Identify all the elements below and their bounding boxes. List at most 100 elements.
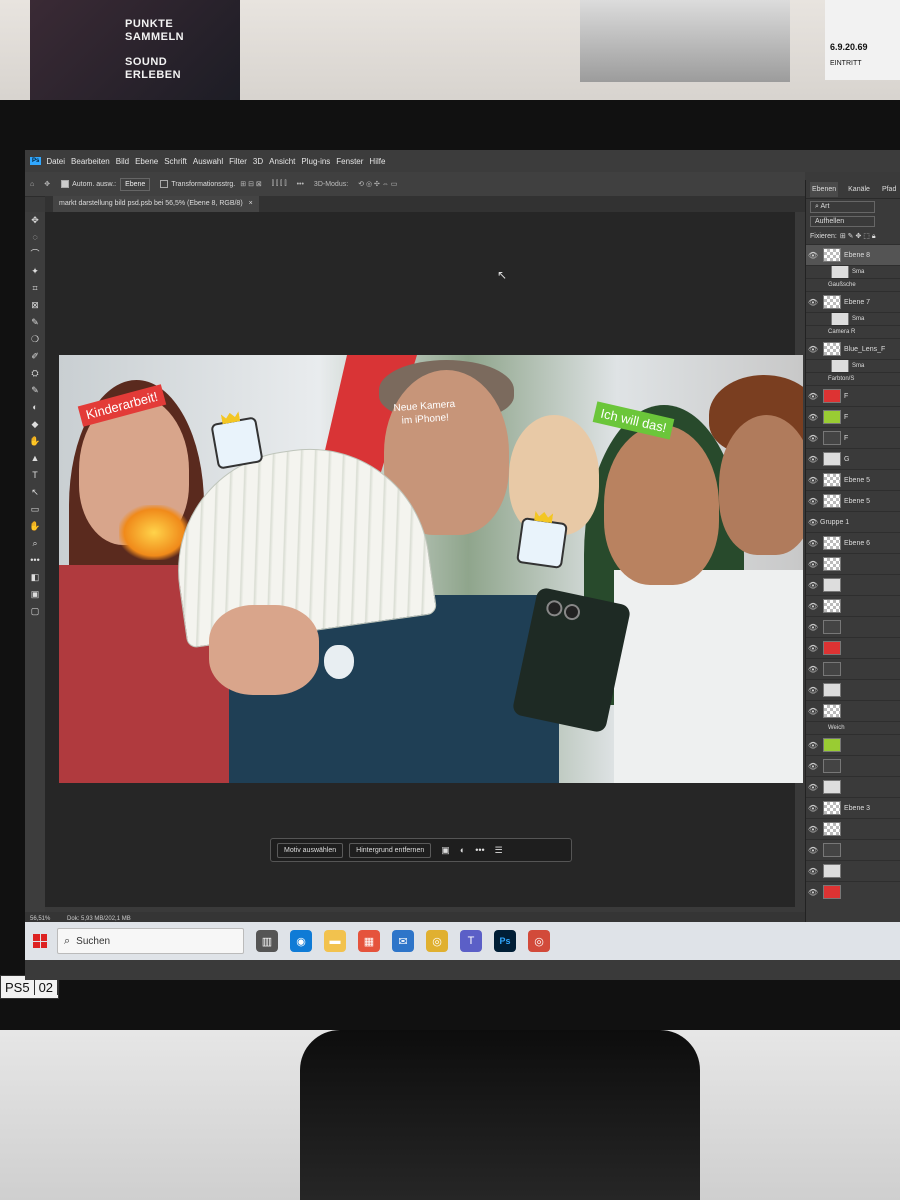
layer-row[interactable]: 👁︎ xyxy=(806,860,900,881)
layer-row[interactable]: 👁︎ Gruppe 1 xyxy=(806,511,900,532)
layer-row[interactable]: 👁︎ xyxy=(806,553,900,574)
tab-ebenen[interactable]: Ebenen xyxy=(810,181,839,197)
move-tool-icon[interactable]: ✥ xyxy=(44,180,50,188)
layer-row[interactable]: 👁︎ xyxy=(806,755,900,776)
menu-ansicht[interactable]: Ansicht xyxy=(269,157,295,166)
visibility-eye-icon[interactable]: 👁︎ xyxy=(806,825,820,834)
visibility-eye-icon[interactable]: 👁︎ xyxy=(806,539,820,548)
align-icon[interactable]: ⊞ ⊟ ⊠ xyxy=(240,180,262,188)
task-view-icon[interactable]: ▥ xyxy=(256,930,278,952)
visibility-eye-icon[interactable]: 👁︎ xyxy=(806,251,820,260)
tool-6-icon[interactable]: ✎ xyxy=(25,314,45,331)
layer-row[interactable]: 👁︎ F xyxy=(806,427,900,448)
select-subject-button[interactable]: Motiv auswählen xyxy=(277,842,344,858)
lock-icons[interactable]: ⊞ ✎ ✥ ⬚ 🔒︎ xyxy=(840,232,876,241)
tool-22-icon[interactable]: ▣ xyxy=(25,586,45,603)
blend-mode-dropdown[interactable]: Aufhellen xyxy=(810,216,875,227)
tool-7-icon[interactable]: ❍ xyxy=(25,331,45,348)
taskbar-search[interactable]: ⌕ Suchen xyxy=(57,928,244,954)
tool-18-icon[interactable]: ✋ xyxy=(25,518,45,535)
visibility-eye-icon[interactable]: 👁︎ xyxy=(806,434,820,443)
layer-row[interactable]: 👁︎ xyxy=(806,616,900,637)
layer-row[interactable]: 👁︎ xyxy=(806,734,900,755)
visibility-eye-icon[interactable]: 👁︎ xyxy=(806,518,820,527)
tool-17-icon[interactable]: ▭ xyxy=(25,501,45,518)
remove-background-button[interactable]: Hintergrund entfernen xyxy=(349,842,432,858)
visibility-eye-icon[interactable]: 👁︎ xyxy=(806,392,820,401)
windows-start-icon[interactable] xyxy=(33,934,47,948)
more-options-icon[interactable]: ••• xyxy=(297,181,304,188)
layer-row[interactable]: 👁︎ Ebene 8 xyxy=(806,244,900,265)
artwork-image[interactable]: Kinderarbeit! Ich will das! Neue Kamera … xyxy=(59,355,803,783)
menu-bearbeiten[interactable]: Bearbeiten xyxy=(71,157,110,166)
tool-0-icon[interactable]: ✥ xyxy=(25,212,45,229)
adjust-icon[interactable]: ◐ xyxy=(460,845,465,855)
layer-row[interactable]: 👁︎ G xyxy=(806,448,900,469)
visibility-eye-icon[interactable]: 👁︎ xyxy=(806,455,820,464)
close-icon[interactable]: × xyxy=(249,200,253,207)
visibility-eye-icon[interactable]: 👁︎ xyxy=(806,623,820,632)
tool-1-icon[interactable]: ◌ xyxy=(25,229,45,246)
edge-icon[interactable]: ◉ xyxy=(290,930,312,952)
visibility-eye-icon[interactable]: 👁︎ xyxy=(806,497,820,506)
layer-row[interactable]: 👁︎ xyxy=(806,595,900,616)
settings-icon[interactable]: ☰ xyxy=(495,845,503,856)
tool-12-icon[interactable]: ◆ xyxy=(25,416,45,433)
tool-3-icon[interactable]: ✦ xyxy=(25,263,45,280)
transform-checkbox[interactable] xyxy=(160,180,169,188)
menu-fenster[interactable]: Fenster xyxy=(336,157,363,166)
chrome-profile-icon[interactable]: ◎ xyxy=(528,930,550,952)
tool-2-icon[interactable]: ⌒ xyxy=(25,246,45,263)
distribute-icon[interactable]: ⫿ ⫿ ⫿ ⫿ xyxy=(272,180,287,188)
layer-row[interactable]: 👁︎ xyxy=(806,818,900,839)
layer-row[interactable]: 👁︎ xyxy=(806,679,900,700)
visibility-eye-icon[interactable]: 👁︎ xyxy=(806,846,820,855)
layer-row[interactable]: 👁︎ F xyxy=(806,385,900,406)
menu-bild[interactable]: Bild xyxy=(116,157,129,166)
photoshop-logo-icon[interactable]: Ps xyxy=(30,157,42,165)
visibility-eye-icon[interactable]: 👁︎ xyxy=(806,644,820,653)
layer-sub-row[interactable]: Sma xyxy=(806,265,900,278)
tool-13-icon[interactable]: ✋ xyxy=(25,433,45,450)
tool-16-icon[interactable]: ↖ xyxy=(25,484,45,501)
menu-3d[interactable]: 3D xyxy=(253,157,263,166)
tool-10-icon[interactable]: ✎ xyxy=(25,382,45,399)
layer-row[interactable]: 👁︎ xyxy=(806,881,900,902)
tool-21-icon[interactable]: ◧ xyxy=(25,569,45,586)
layer-row[interactable]: 👁︎ xyxy=(806,658,900,679)
layer-row[interactable]: 👁︎ xyxy=(806,839,900,860)
visibility-eye-icon[interactable]: 👁︎ xyxy=(806,665,820,674)
auto-select-dropdown[interactable]: Ebene xyxy=(120,177,151,191)
tool-11-icon[interactable]: ◐ xyxy=(25,399,45,416)
teams-icon[interactable]: T xyxy=(460,930,482,952)
layer-filter-dropdown[interactable]: ⌕ Art xyxy=(810,200,875,213)
visibility-eye-icon[interactable]: 👁︎ xyxy=(806,686,820,695)
layer-row[interactable]: 👁︎ Ebene 5 xyxy=(806,469,900,490)
menu-hilfe[interactable]: Hilfe xyxy=(369,157,385,166)
layer-row[interactable]: 👁︎ xyxy=(806,574,900,595)
visibility-eye-icon[interactable]: 👁︎ xyxy=(806,762,820,771)
layer-row[interactable]: 👁︎ Blue_Lens_F xyxy=(806,338,900,359)
layer-row[interactable]: 👁︎ F xyxy=(806,406,900,427)
layer-sub-row[interactable]: Farbton/S xyxy=(806,372,900,385)
menu-plugins[interactable]: Plug-ins xyxy=(301,157,330,166)
visibility-eye-icon[interactable]: 👁︎ xyxy=(806,707,820,716)
layer-row[interactable]: 👁︎ xyxy=(806,637,900,658)
layer-row[interactable]: 👁︎ xyxy=(806,776,900,797)
menu-datei[interactable]: Datei xyxy=(46,157,65,166)
canvas-area[interactable]: ↖ Kinderarbeit! Ich will das! Neue Kamer… xyxy=(45,212,803,907)
document-tab[interactable]: markt darstellung bild psd.psb bei 56,5%… xyxy=(53,196,259,212)
visibility-eye-icon[interactable]: 👁︎ xyxy=(806,888,820,897)
3d-tools-icon[interactable]: ⟲ ◎ ✣ ⇔ ▭ xyxy=(358,180,397,188)
visibility-eye-icon[interactable]: 👁︎ xyxy=(806,783,820,792)
visibility-eye-icon[interactable]: 👁︎ xyxy=(806,581,820,590)
tool-20-icon[interactable]: ••• xyxy=(25,552,45,569)
tool-8-icon[interactable]: ✐ xyxy=(25,348,45,365)
home-icon[interactable]: ⌂ xyxy=(30,181,34,188)
store-icon[interactable]: ▦ xyxy=(358,930,380,952)
layer-sub-row[interactable]: Weich xyxy=(806,721,900,734)
visibility-eye-icon[interactable]: 👁︎ xyxy=(806,476,820,485)
menu-ebene[interactable]: Ebene xyxy=(135,157,158,166)
visibility-eye-icon[interactable]: 👁︎ xyxy=(806,804,820,813)
layer-row[interactable]: 👁︎ Ebene 5 xyxy=(806,490,900,511)
